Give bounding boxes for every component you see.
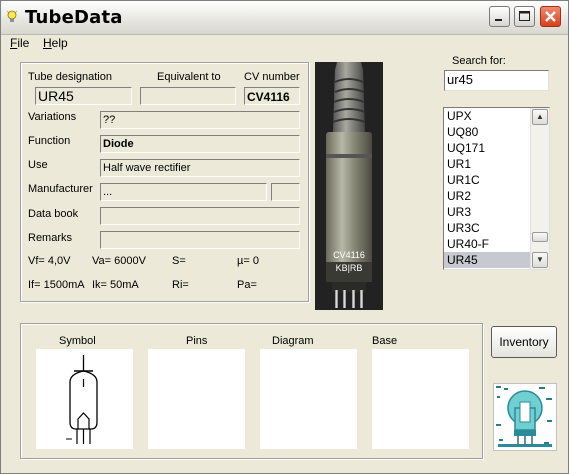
- pins-label: Pins: [186, 335, 208, 347]
- tube-logo-icon: [493, 383, 557, 451]
- menu-help-label: elp: [51, 36, 68, 50]
- equivalent-label: Equivalent to: [157, 71, 221, 83]
- logo-graphic: [494, 384, 556, 450]
- title-bar[interactable]: TubeData: [1, 1, 568, 35]
- menu-help[interactable]: Help: [43, 36, 68, 50]
- manufacturer-label: Manufacturer: [28, 183, 93, 195]
- param-va: Va= 6000V: [92, 255, 146, 267]
- scroll-down-button[interactable]: ▼: [532, 252, 548, 268]
- base-label: Base: [372, 335, 398, 347]
- chevron-down-icon: ▼: [536, 255, 544, 264]
- function-label: Function: [28, 135, 71, 147]
- close-icon: [545, 11, 556, 22]
- minimize-icon: [495, 19, 502, 21]
- tube-image: CV4116 KB|RB: [315, 62, 383, 310]
- diode-symbol-icon: [66, 355, 98, 444]
- variations-field[interactable]: ??: [100, 111, 300, 129]
- databook-label: Data book: [28, 208, 79, 220]
- diagram-label: Diagram: [272, 335, 314, 347]
- photo-label-line1: CV4116: [333, 250, 365, 260]
- results-scrollbar[interactable]: ▲ ▼: [530, 108, 549, 269]
- lightbulb-icon: [6, 10, 18, 22]
- symbol-pane: [36, 349, 133, 449]
- remarks-field[interactable]: [100, 231, 300, 249]
- close-button[interactable]: [540, 6, 561, 27]
- param-mu: µ= 0: [237, 255, 259, 267]
- cv-number-field[interactable]: CV4116: [244, 87, 300, 105]
- results-list[interactable]: UPX UQ80 UQ171 UR1 UR1C UR2 UR3 UR3C UR40-F UR45 …: [443, 107, 550, 270]
- minimize-button[interactable]: [489, 6, 510, 27]
- manufacturer-code-field[interactable]: [271, 183, 300, 201]
- designation-field[interactable]: UR45: [35, 87, 132, 105]
- pins-pane: [148, 349, 245, 449]
- app-window: TubeData File Help Tube designation Equi…: [0, 0, 569, 474]
- use-label: Use: [28, 159, 48, 171]
- databook-field[interactable]: [100, 207, 300, 225]
- window-title: TubeData: [25, 7, 123, 28]
- menu-help-accel: H: [43, 36, 52, 50]
- photo-label-line2: KB|RB: [336, 263, 363, 273]
- scroll-thumb[interactable]: [532, 232, 548, 242]
- param-if: If= 1500mA: [28, 279, 85, 291]
- menu-file[interactable]: File: [10, 36, 29, 50]
- search-input[interactable]: ur45: [444, 70, 549, 91]
- tube-photo: CV4116 KB|RB: [315, 62, 383, 310]
- chevron-up-icon: ▲: [536, 112, 544, 121]
- base-pane: [372, 349, 469, 449]
- menu-bar: File Help: [1, 34, 568, 53]
- cv-number-label: CV number: [244, 71, 300, 83]
- param-pa: Pa=: [237, 279, 257, 291]
- maximize-button[interactable]: [514, 6, 535, 27]
- manufacturer-field[interactable]: ...: [100, 183, 267, 201]
- remarks-label: Remarks: [28, 232, 73, 244]
- inventory-button[interactable]: Inventory: [491, 326, 557, 358]
- variations-label: Variations: [28, 111, 77, 123]
- maximize-icon: [519, 11, 530, 21]
- equivalent-field[interactable]: [140, 87, 236, 105]
- param-vf: Vf= 4,0V: [28, 255, 71, 267]
- use-field[interactable]: Half wave rectifier: [100, 159, 300, 177]
- designation-label: Tube designation: [28, 71, 112, 83]
- function-field[interactable]: Diode: [100, 135, 300, 153]
- search-label: Search for:: [452, 55, 506, 67]
- menu-file-label: ile: [17, 36, 30, 50]
- param-ri: Ri=: [172, 279, 189, 291]
- scroll-up-button[interactable]: ▲: [532, 109, 548, 125]
- param-s: S=: [172, 255, 186, 267]
- symbol-label: Symbol: [59, 335, 96, 347]
- diagram-pane: [260, 349, 357, 449]
- param-ik: Ik= 50mA: [92, 279, 139, 291]
